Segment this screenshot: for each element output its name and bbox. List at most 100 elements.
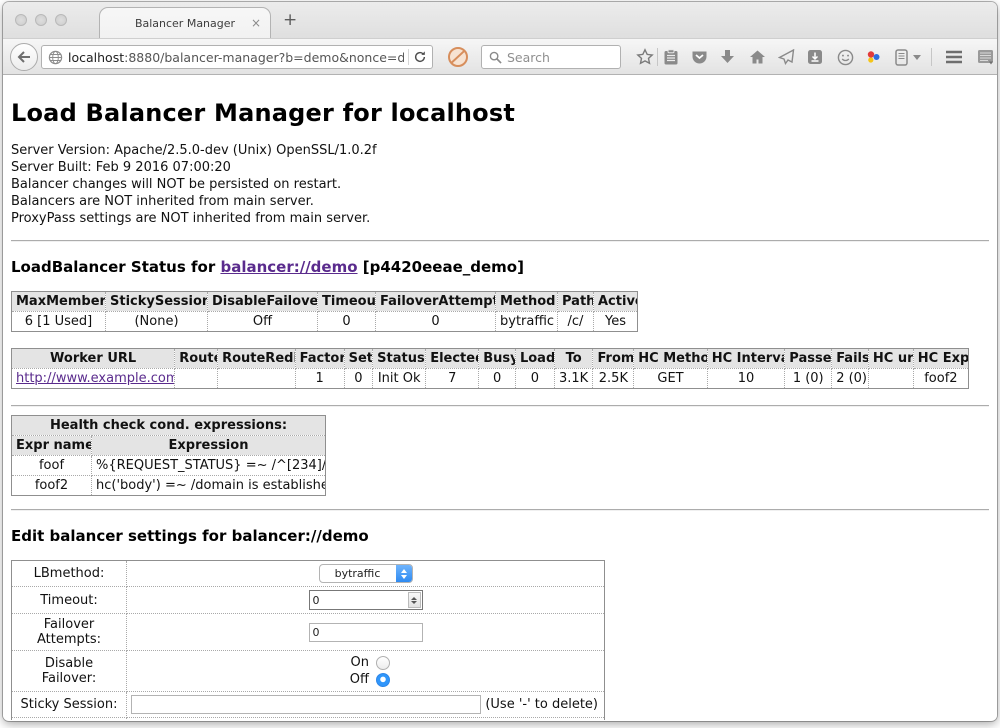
back-button[interactable] bbox=[9, 39, 39, 75]
radio-off[interactable] bbox=[376, 673, 390, 687]
col-set: Set bbox=[344, 349, 373, 369]
cell-load: 0 bbox=[515, 369, 554, 389]
col-hc-interval: HC Interval bbox=[707, 349, 785, 369]
col-expression: Expression bbox=[92, 436, 326, 456]
home-icon[interactable] bbox=[745, 39, 769, 75]
sticky-session-input[interactable] bbox=[131, 695, 481, 714]
tab-groups-icon[interactable] bbox=[973, 39, 997, 75]
loadbalancer-status-heading: LoadBalancer Status for balancer://demo … bbox=[11, 258, 989, 276]
table-row: http://www.example.com/ 1 0 Init Ok 7 0 … bbox=[12, 369, 969, 389]
col-failoverattempts: FailoverAttempts bbox=[376, 292, 496, 312]
notice-persist: Balancer changes will NOT be persisted o… bbox=[11, 176, 989, 193]
save-page-icon[interactable] bbox=[803, 39, 827, 75]
failover-attempts-label: Failover Attempts: bbox=[12, 614, 127, 651]
col-fails: Fails bbox=[832, 349, 869, 369]
tab-balancer-manager[interactable]: Balancer Manager × bbox=[99, 7, 271, 39]
send-tab-icon[interactable] bbox=[774, 39, 798, 75]
color-dots-extension-icon[interactable] bbox=[861, 39, 885, 75]
tab-bar: Balancer Manager × + bbox=[3, 2, 997, 38]
failover-attempts-input[interactable]: 0 bbox=[309, 623, 423, 642]
col-factor: Factor bbox=[295, 349, 344, 369]
cell-hc-method: GET bbox=[634, 369, 707, 389]
cell-hc-expr: foof2 bbox=[913, 369, 968, 389]
col-busy: Busy bbox=[479, 349, 516, 369]
col-active: Active bbox=[594, 292, 638, 312]
cell-status: Init Ok bbox=[373, 369, 426, 389]
status-heading-suffix: [p4420eeae_demo] bbox=[358, 258, 524, 276]
lbmethod-label: LBmethod: bbox=[12, 561, 127, 587]
form-row-timeout: Timeout: 0 bbox=[12, 587, 605, 614]
browser-window: Balancer Manager × + localhost:8880/bala… bbox=[3, 2, 997, 721]
cell-failoverattempts: 0 bbox=[376, 312, 496, 332]
cell-expr-name: foof2 bbox=[12, 476, 92, 496]
balancer-status-table: MaxMembers StickySession DisableFailover… bbox=[11, 291, 638, 332]
reading-list-icon[interactable] bbox=[659, 39, 683, 75]
pocket-icon[interactable] bbox=[687, 39, 711, 75]
health-table-title: Health check cond. expressions: bbox=[12, 416, 326, 436]
url-bar[interactable]: localhost:8880/balancer-manager?b=demo&n… bbox=[41, 45, 433, 69]
feedback-smiley-icon[interactable] bbox=[833, 39, 857, 75]
timeout-value: 0 bbox=[310, 594, 408, 607]
table-row: 6 [1 Used] (None) Off 0 0 bytraffic /c/ … bbox=[12, 312, 638, 332]
cell-to: 3.1K bbox=[554, 369, 593, 389]
lbmethod-select[interactable]: bytraffic bbox=[319, 564, 413, 583]
timeout-input[interactable]: 0 bbox=[309, 590, 423, 610]
cell-maxmembers: 6 [1 Used] bbox=[12, 312, 106, 332]
server-info: Server Version: Apache/2.5.0-dev (Unix) … bbox=[11, 142, 989, 227]
number-spinner-icon[interactable] bbox=[408, 592, 421, 608]
cell-routeredir bbox=[218, 369, 296, 389]
cell-elected: 7 bbox=[426, 369, 479, 389]
col-hc-expr: HC Expr bbox=[913, 349, 968, 369]
sidebar-panel-icon[interactable] bbox=[890, 39, 912, 75]
cell-active: Yes bbox=[594, 312, 638, 332]
cell-factor: 1 bbox=[295, 369, 344, 389]
worker-url-link[interactable]: http://www.example.com/ bbox=[16, 371, 175, 386]
minimize-window-button[interactable] bbox=[35, 14, 47, 26]
col-maxmembers: MaxMembers bbox=[12, 292, 106, 312]
cell-timeout: 0 bbox=[318, 312, 376, 332]
col-status: Status bbox=[373, 349, 426, 369]
form-row-lbmethod: LBmethod: bytraffic bbox=[12, 561, 605, 587]
sticky-session-hint: (Use '-' to delete) bbox=[485, 697, 600, 712]
new-tab-button[interactable]: + bbox=[283, 10, 297, 30]
form-row-failover-attempts: Failover Attempts: 0 bbox=[12, 614, 605, 651]
select-stepper-icon bbox=[396, 565, 412, 582]
form-row-sticky-session: Sticky Session: (Use '-' to delete) bbox=[12, 692, 605, 718]
table-header-row: MaxMembers StickySession DisableFailover… bbox=[12, 292, 638, 312]
close-window-button[interactable] bbox=[15, 14, 27, 26]
zoom-window-button[interactable] bbox=[55, 14, 67, 26]
cell-route bbox=[175, 369, 218, 389]
reload-icon[interactable] bbox=[413, 50, 427, 64]
add-worker-label: Add New Worker: bbox=[12, 718, 127, 721]
lbmethod-selected-value: bytraffic bbox=[320, 567, 396, 580]
search-placeholder: Search bbox=[507, 50, 550, 65]
disable-failover-label: Disable Failover: bbox=[12, 651, 127, 692]
balancer-demo-link[interactable]: balancer://demo bbox=[220, 258, 357, 276]
url-host: localhost bbox=[68, 50, 124, 65]
edit-balancer-heading: Edit balancer settings for balancer://de… bbox=[11, 527, 989, 545]
cell-expr-name: foof bbox=[12, 456, 92, 476]
search-bar[interactable]: Search bbox=[481, 45, 621, 69]
radio-on-label: On bbox=[341, 655, 369, 670]
window-controls[interactable] bbox=[15, 14, 67, 26]
radio-on[interactable] bbox=[376, 656, 390, 670]
toolbar-separator bbox=[657, 48, 658, 66]
col-stickysession: StickySession bbox=[106, 292, 208, 312]
url-path: :8880/balancer-manager?b=demo&nonce=decc… bbox=[124, 50, 404, 65]
url-text[interactable]: localhost:8880/balancer-manager?b=demo&n… bbox=[68, 50, 404, 65]
col-to: To bbox=[554, 349, 593, 369]
tab-close-icon[interactable]: × bbox=[251, 16, 261, 30]
navigation-toolbar: localhost:8880/balancer-manager?b=demo&n… bbox=[3, 38, 997, 75]
bookmark-star-icon[interactable] bbox=[633, 39, 657, 75]
cell-hc-uri bbox=[868, 369, 913, 389]
server-built: Server Built: Feb 9 2016 07:00:20 bbox=[11, 159, 989, 176]
divider bbox=[11, 405, 989, 407]
form-row-add-worker: Add New Worker: Are you sure? bbox=[12, 718, 605, 721]
menu-hamburger-icon[interactable] bbox=[941, 39, 967, 75]
content-blocked-icon[interactable] bbox=[445, 39, 471, 75]
edit-balancer-form: LBmethod: bytraffic Timeout: 0 bbox=[11, 560, 605, 720]
cell-passes: 1 (0) bbox=[785, 369, 832, 389]
notice-balancers: Balancers are NOT inherited from main se… bbox=[11, 193, 989, 210]
downloads-icon[interactable] bbox=[715, 39, 739, 75]
chevron-down-icon[interactable] bbox=[911, 39, 923, 75]
